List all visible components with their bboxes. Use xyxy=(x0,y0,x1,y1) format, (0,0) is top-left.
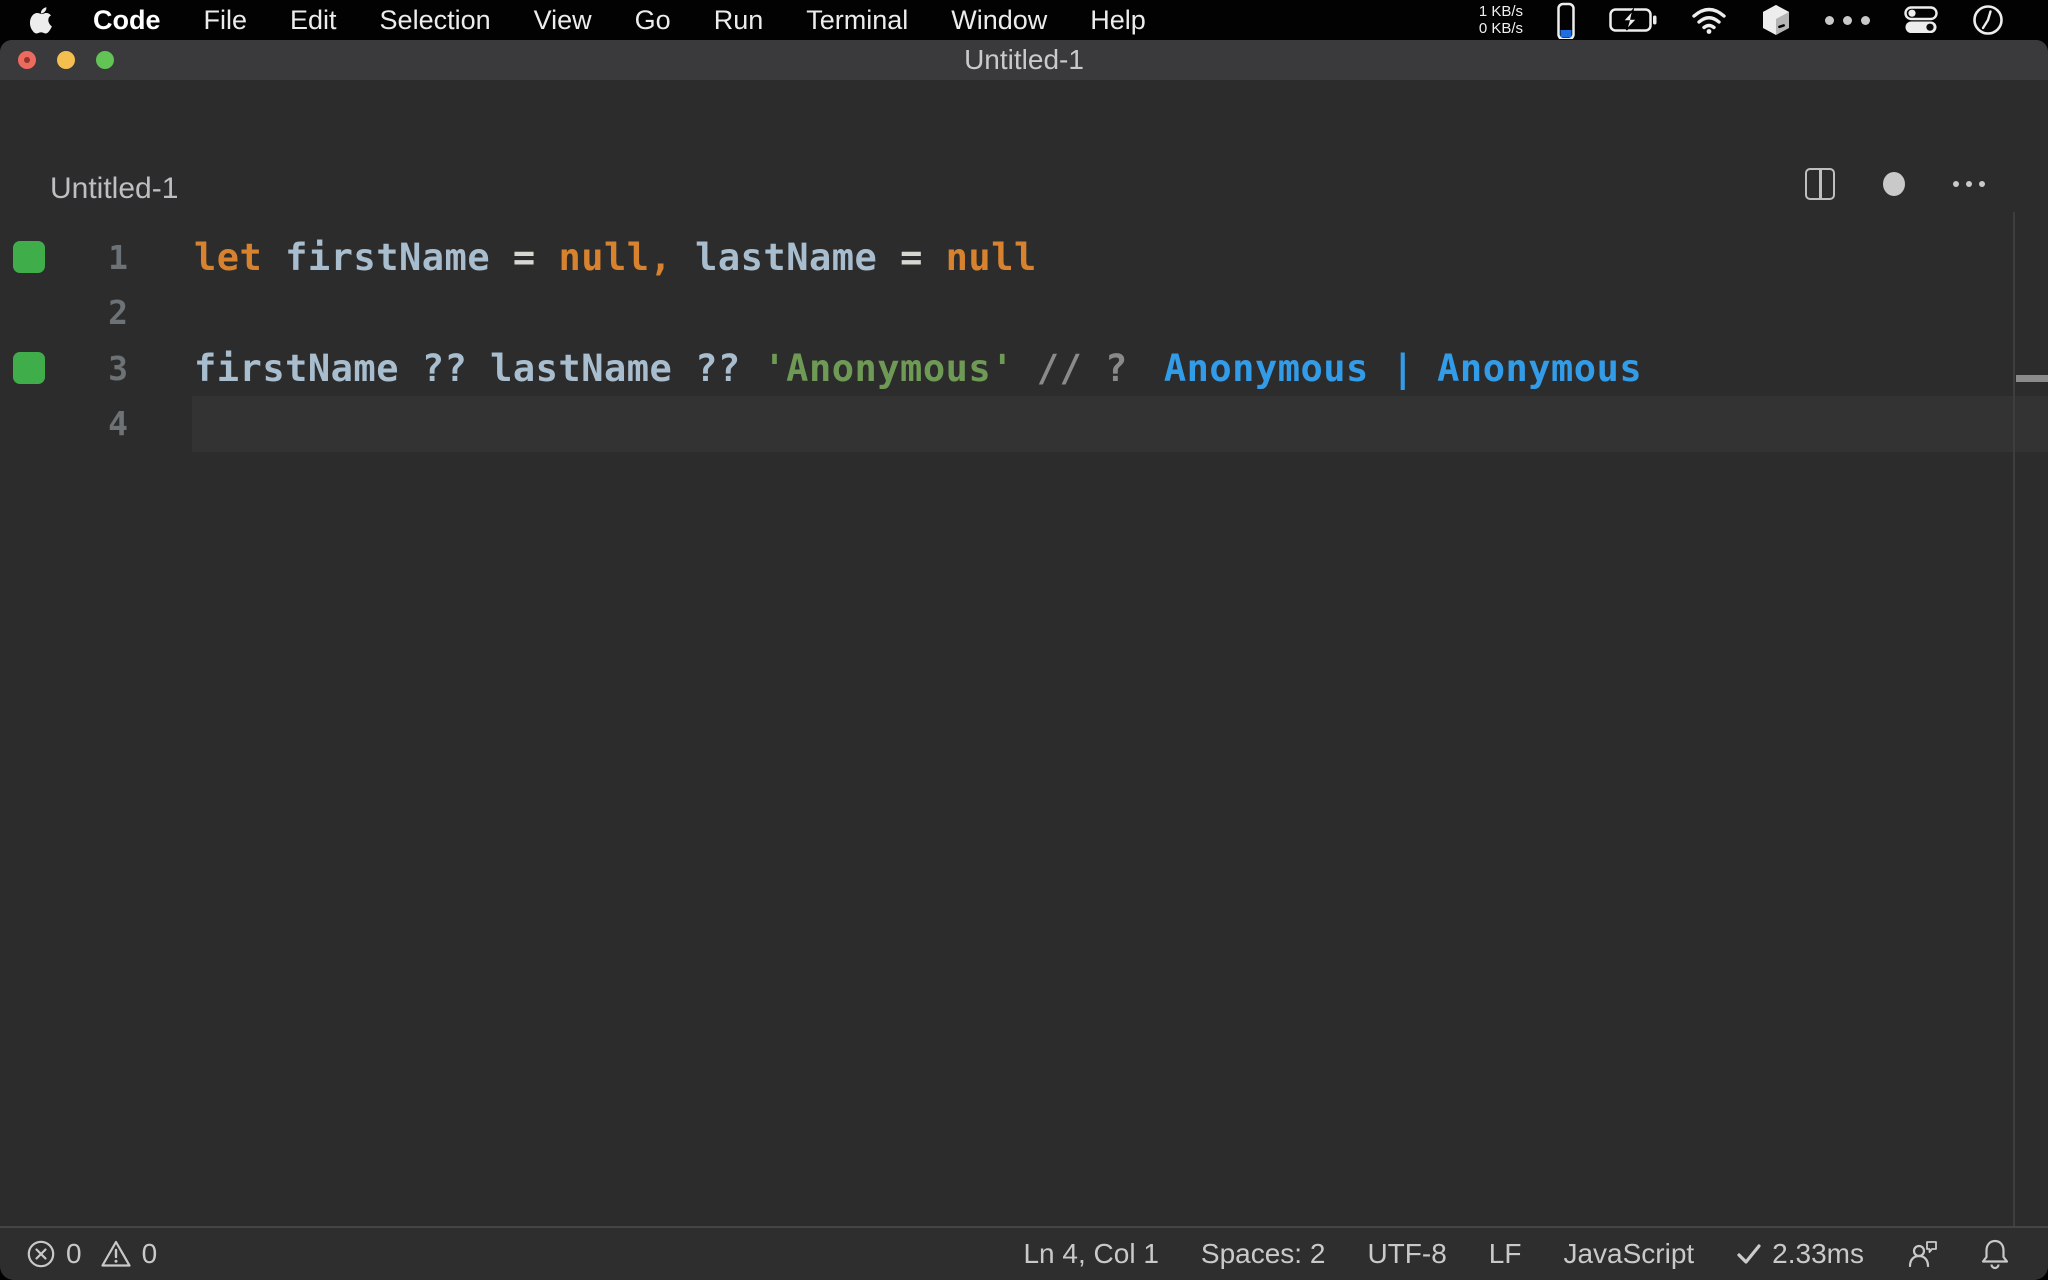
token-quokka-comment: // ? xyxy=(1013,347,1128,390)
menu-bar-ellipsis-icon[interactable] xyxy=(1825,15,1870,25)
code-editor[interactable]: 1 let firstName = null, lastName = null … xyxy=(0,212,2048,1226)
token-lastname: lastName xyxy=(695,236,901,279)
wifi-icon[interactable] xyxy=(1691,6,1727,34)
network-up-speed: 1 KB/s xyxy=(1478,3,1523,20)
menu-bar-status-items: 1 KB/s 0 KB/s xyxy=(1479,0,2004,40)
menu-item-edit[interactable]: Edit xyxy=(290,5,337,36)
menu-item-file[interactable]: File xyxy=(204,5,248,36)
token-equals: = xyxy=(512,236,559,279)
more-actions-icon[interactable] xyxy=(1953,181,1985,187)
split-editor-icon[interactable] xyxy=(1805,168,1835,200)
menu-items: Code File Edit Selection View Go Run Ter… xyxy=(93,5,1189,36)
token-lastname: lastName xyxy=(490,347,696,390)
menu-item-view[interactable]: View xyxy=(534,5,592,36)
network-down-speed: 0 KB/s xyxy=(1478,20,1523,37)
menu-item-go[interactable]: Go xyxy=(635,5,671,36)
notifications-bell-icon[interactable] xyxy=(1980,1238,2010,1270)
quokka-inline-value: Anonymous | Anonymous xyxy=(1163,347,1643,390)
code-line-3[interactable]: 3 firstName ?? lastName ?? 'Anonymous' /… xyxy=(0,341,2048,396)
code-line-2[interactable]: 2 xyxy=(0,285,2048,340)
gauge-indicator-icon[interactable] xyxy=(1557,2,1575,39)
token-equals: = xyxy=(900,236,946,279)
line-number: 4 xyxy=(108,404,128,443)
line-number: 2 xyxy=(108,293,128,332)
line-number: 3 xyxy=(108,349,128,388)
warnings-count: 0 xyxy=(141,1238,158,1269)
token-null: null xyxy=(945,236,1037,279)
eol-setting[interactable]: LF xyxy=(1489,1238,1522,1270)
code-text-line-1: let firstName = null, lastName = null xyxy=(194,230,1037,285)
encoding-setting[interactable]: UTF-8 xyxy=(1367,1238,1446,1270)
token-firstname: firstName xyxy=(285,236,513,279)
token-string-anonymous: 'Anonymous' xyxy=(763,347,1014,390)
problems-status[interactable]: 0 0 xyxy=(26,1228,157,1280)
battery-charging-icon[interactable] xyxy=(1609,7,1657,33)
menu-item-window[interactable]: Window xyxy=(951,5,1047,36)
errors-count: 0 xyxy=(66,1238,82,1269)
menu-item-run[interactable]: Run xyxy=(714,5,764,36)
feedback-person-icon[interactable] xyxy=(1906,1238,1938,1270)
screen: Code File Edit Selection View Go Run Ter… xyxy=(0,0,2048,1280)
code-line-4[interactable]: 4 xyxy=(0,396,2048,451)
window-titlebar[interactable]: Untitled-1 xyxy=(0,40,2048,80)
token-null: null xyxy=(558,236,650,279)
control-center-icon[interactable] xyxy=(1904,6,1938,34)
network-speed-indicator[interactable]: 1 KB/s 0 KB/s xyxy=(1479,3,1523,37)
code-line-1[interactable]: 1 let firstName = null, lastName = null xyxy=(0,230,2048,285)
menu-item-code[interactable]: Code xyxy=(93,5,161,36)
clock-icon[interactable] xyxy=(1972,4,2004,36)
menu-item-selection[interactable]: Selection xyxy=(380,5,491,36)
line-number: 1 xyxy=(108,238,128,277)
cursor-position[interactable]: Ln 4, Col 1 xyxy=(1023,1238,1158,1270)
cube-app-menu-icon[interactable] xyxy=(1761,4,1791,36)
apple-menu-icon[interactable] xyxy=(30,6,54,34)
menu-item-help[interactable]: Help xyxy=(1090,5,1146,36)
errors-icon xyxy=(27,1240,55,1268)
indentation-setting[interactable]: Spaces: 2 xyxy=(1201,1238,1326,1270)
unsaved-changes-dot-icon[interactable] xyxy=(1883,172,1905,196)
menu-bar: Code File Edit Selection View Go Run Ter… xyxy=(0,0,2048,40)
editor-actions xyxy=(1805,168,1985,200)
code-text-line-3: firstName ?? lastName ?? 'Anonymous' // … xyxy=(194,341,1642,396)
editor-tab-label[interactable]: Untitled-1 xyxy=(50,172,178,206)
token-nullish-operator: ?? xyxy=(695,347,764,390)
menu-item-terminal[interactable]: Terminal xyxy=(806,5,908,36)
check-icon xyxy=(1737,1244,1761,1264)
token-nullish-operator: ?? xyxy=(421,347,491,390)
status-bar: 0 0 Ln 4, Col 1 Spaces: 2 UTF-8 LF JavaS… xyxy=(0,1226,2048,1280)
quokka-perf[interactable]: 2.33ms xyxy=(1736,1238,1864,1270)
token-firstname: firstName xyxy=(194,347,422,390)
vscode-window: Untitled-1 Untitled-1 1 let firstName = … xyxy=(0,40,2048,1280)
status-bar-right: Ln 4, Col 1 Spaces: 2 UTF-8 LF JavaScrip… xyxy=(1023,1228,2010,1280)
warnings-icon xyxy=(100,1240,131,1267)
quokka-time: 2.33ms xyxy=(1772,1238,1864,1269)
token-comma: , xyxy=(649,236,696,279)
token-let: let xyxy=(194,236,286,279)
language-mode[interactable]: JavaScript xyxy=(1563,1238,1694,1270)
window-title: Untitled-1 xyxy=(964,44,1084,75)
